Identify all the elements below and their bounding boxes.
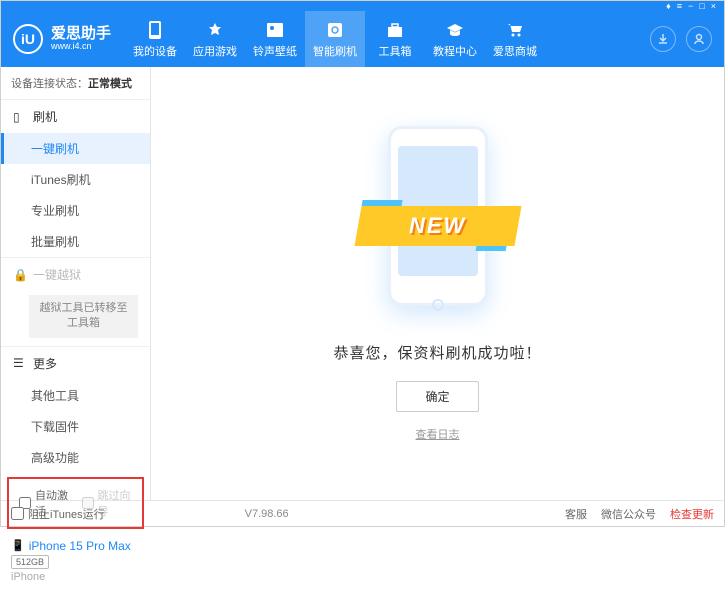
device-capacity: 512GB (11, 555, 49, 569)
sidebar: 设备连接状态：正常模式 ▯ 刷机 一键刷机 iTunes刷机 专业刷机 批量刷机… (1, 67, 151, 500)
nav-ringtones-wallpapers[interactable]: 铃声壁纸 (245, 11, 305, 67)
nav-tutorials[interactable]: 教程中心 (425, 11, 485, 67)
minimize-icon[interactable]: − (688, 1, 693, 11)
apps-icon (205, 20, 225, 40)
window-titlebar: ♦ ≡ − □ × (1, 1, 724, 11)
nav-smart-flash[interactable]: 智能刷机 (305, 11, 365, 67)
device-name[interactable]: iPhone 15 Pro Max (11, 539, 140, 553)
nav-toolbox[interactable]: 工具箱 (365, 11, 425, 67)
list-icon: ☰ (13, 356, 27, 370)
content-area: NEW 恭喜您，保资料刷机成功啦！ 确定 查看日志 (151, 67, 724, 500)
nav-store[interactable]: 爱思商城 (485, 11, 545, 67)
device-type: iPhone (11, 571, 140, 583)
close-icon[interactable]: × (711, 1, 716, 11)
user-button[interactable] (686, 26, 712, 52)
logo-monogram-icon: iU (13, 24, 43, 54)
version-label: V7.98.66 (245, 508, 289, 520)
phone-small-icon: ▯ (13, 110, 27, 124)
nav-label: 我的设备 (133, 43, 177, 59)
cart-icon (505, 20, 525, 40)
device-status: 设备连接状态：正常模式 (1, 67, 150, 100)
sidebar-item-download-firmware[interactable]: 下载固件 (1, 411, 150, 442)
nav-my-device[interactable]: 我的设备 (125, 11, 185, 67)
ok-button[interactable]: 确定 (396, 381, 478, 412)
sidebar-item-itunes-flash[interactable]: iTunes刷机 (1, 164, 150, 195)
nav-label: 铃声壁纸 (253, 43, 297, 59)
block-itunes-checkbox[interactable]: 阻止iTunes运行 (11, 506, 105, 522)
nav-apps-games[interactable]: 应用游戏 (185, 11, 245, 67)
new-ribbon: NEW (354, 206, 521, 246)
logo: iU 爱思助手 www.i4.cn (13, 24, 111, 54)
sidebar-group-more[interactable]: ☰ 更多 (1, 347, 150, 380)
sidebar-item-batch-flash[interactable]: 批量刷机 (1, 226, 150, 257)
status-prefix: 设备连接状态： (11, 78, 88, 90)
maximize-icon[interactable]: □ (699, 1, 704, 11)
top-nav: 我的设备 应用游戏 铃声壁纸 智能刷机 工具箱 教程中心 爱思商城 (125, 11, 545, 67)
download-button[interactable] (650, 26, 676, 52)
nav-label: 智能刷机 (313, 43, 357, 59)
checkbox-label: 阻止iTunes运行 (28, 506, 105, 522)
menu-icon[interactable]: ≡ (677, 1, 682, 11)
group-title: 刷机 (33, 108, 57, 125)
sidebar-item-other-tools[interactable]: 其他工具 (1, 380, 150, 411)
header: iU 爱思助手 www.i4.cn 我的设备 应用游戏 铃声壁纸 智能刷机 工具… (1, 11, 724, 67)
status-value: 正常模式 (88, 78, 132, 90)
sidebar-group-jailbreak[interactable]: 🔒 一键越狱 (1, 258, 150, 291)
lock-icon: 🔒 (13, 268, 27, 282)
toolbox-icon (385, 20, 405, 40)
group-title: 一键越狱 (33, 266, 81, 283)
sidebar-group-flash[interactable]: ▯ 刷机 (1, 100, 150, 133)
image-icon (265, 20, 285, 40)
graduation-icon (445, 20, 465, 40)
success-message: 恭喜您，保资料刷机成功啦！ (333, 342, 541, 363)
app-url: www.i4.cn (51, 42, 111, 52)
footer-link-wechat[interactable]: 微信公众号 (601, 506, 656, 522)
group-title: 更多 (33, 355, 57, 372)
nav-label: 工具箱 (379, 43, 412, 59)
new-badge-text: NEW (409, 213, 466, 239)
sidebar-item-advanced[interactable]: 高级功能 (1, 442, 150, 473)
nav-label: 应用游戏 (193, 43, 237, 59)
gift-icon[interactable]: ♦ (666, 1, 671, 11)
sidebar-item-oneclick-flash[interactable]: 一键刷机 (1, 133, 150, 164)
sidebar-item-pro-flash[interactable]: 专业刷机 (1, 195, 150, 226)
phone-illustration: NEW (378, 126, 498, 326)
refresh-icon (325, 20, 345, 40)
footer-link-update[interactable]: 检查更新 (670, 506, 714, 522)
view-log-link[interactable]: 查看日志 (416, 426, 460, 442)
jailbreak-moved-banner: 越狱工具已转移至 工具箱 (29, 295, 138, 338)
phone-icon (145, 20, 165, 40)
nav-label: 教程中心 (433, 43, 477, 59)
footer-link-support[interactable]: 客服 (565, 506, 587, 522)
nav-label: 爱思商城 (493, 43, 537, 59)
app-title: 爱思助手 (51, 26, 111, 43)
device-info: iPhone 15 Pro Max 512GB iPhone (1, 533, 150, 589)
